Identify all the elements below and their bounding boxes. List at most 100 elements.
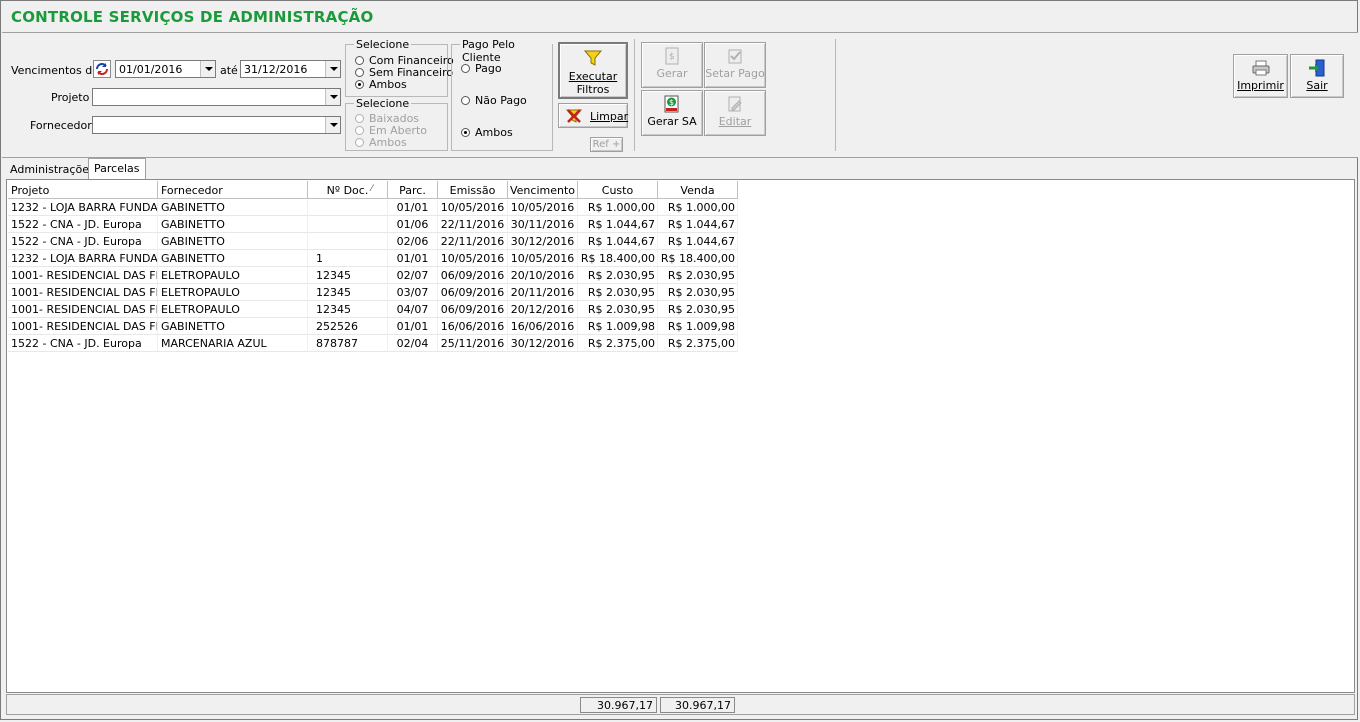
col-venda-cell: R$ 1.044,67 (658, 233, 738, 250)
col-vencimento-cell: 30/12/2016 (508, 335, 578, 352)
date-to-value: 31/12/2016 (244, 63, 308, 76)
col-venda-header[interactable]: Venda (658, 181, 738, 199)
sair-label: Sair (1306, 79, 1328, 92)
chevron-down-icon[interactable] (200, 61, 215, 77)
table-row[interactable]: 1522 - CNA - JD. Europa GABINETTO 01/06 22/… (8, 216, 743, 233)
col-projeto-cell: 1001- RESIDENCIAL DAS FLC (8, 301, 158, 318)
sair-button[interactable]: Sair (1290, 54, 1344, 98)
col-projeto-cell: 1522 - CNA - JD. Europa (8, 216, 158, 233)
col-fornecedor-cell: MARCENARIA AZUL (158, 335, 308, 352)
col-venda-cell: R$ 2.030,95 (658, 284, 738, 301)
svg-text:$: $ (669, 98, 674, 107)
radio-dot (461, 64, 470, 73)
limpar-label: Limpar (590, 110, 629, 123)
col-projeto-cell: 1232 - LOJA BARRA FUNDA (8, 199, 158, 216)
radio-label: Ambos (369, 136, 407, 149)
radio-pago[interactable]: Pago (461, 62, 502, 75)
table-row[interactable]: 1001- RESIDENCIAL DAS FLC ELETROPAULO 1234… (8, 267, 743, 284)
table-row[interactable]: 1232 - LOJA BARRA FUNDA GABINETTO 01/01 10/… (8, 199, 743, 216)
col-ndoc-cell (308, 216, 388, 233)
col-ndoc-cell: 12345 (308, 301, 388, 318)
col-vencimento-cell: 16/06/2016 (508, 318, 578, 335)
chevron-down-icon[interactable] (325, 89, 340, 105)
ref-plus-button: Ref + (590, 137, 623, 152)
col-venda-cell: R$ 2.030,95 (658, 301, 738, 318)
financeiro-legend: Selecione (354, 38, 412, 51)
editar-button: Editar (704, 90, 766, 136)
col-parc-cell: 03/07 (388, 284, 438, 301)
col-venda-cell: R$ 2.375,00 (658, 335, 738, 352)
radio-dot (355, 114, 364, 123)
col-parc-cell: 01/01 (388, 199, 438, 216)
col-emissao-cell: 06/09/2016 (438, 301, 508, 318)
fornecedor-select[interactable] (92, 116, 341, 134)
col-parc-header[interactable]: Parc. (388, 181, 438, 199)
toolbar-divider (835, 39, 836, 151)
col-emissao-header[interactable]: Emissão (438, 181, 508, 199)
table-row[interactable]: 1001- RESIDENCIAL DAS FLC GABINETTO 252526… (8, 318, 743, 335)
table-row[interactable]: 1522 - CNA - JD. Europa GABINETTO 02/06 22/… (8, 233, 743, 250)
col-custo-header[interactable]: Custo (578, 181, 658, 199)
document-money-icon: $ (665, 47, 679, 65)
col-emissao-cell: 06/09/2016 (438, 284, 508, 301)
radio-dot (355, 126, 364, 135)
col-custo-cell: R$ 1.044,67 (578, 233, 658, 250)
ref-plus-label: Ref + (592, 139, 621, 150)
col-vencimento-cell: 10/05/2016 (508, 199, 578, 216)
col-vencimento-cell: 30/12/2016 (508, 233, 578, 250)
col-custo-cell: R$ 2.375,00 (578, 335, 658, 352)
date-to-picker[interactable]: 31/12/2016 (240, 60, 341, 78)
radio-dot (355, 138, 364, 147)
col-emissao-cell: 25/11/2016 (438, 335, 508, 352)
col-vencimento-cell: 20/12/2016 (508, 301, 578, 318)
tab-administracoes[interactable]: Administrações (5, 160, 100, 178)
col-parc-cell: 04/07 (388, 301, 438, 318)
filter-toolbar: Vencimentos de 01/01/2016 até 31/12/2016… (2, 33, 1358, 158)
col-vencimento-header[interactable]: Vencimento (508, 181, 578, 199)
tab-parcelas[interactable]: Parcelas (88, 158, 146, 179)
table-row[interactable]: 1232 - LOJA BARRA FUNDA GABINETTO 1 01/01 10… (8, 250, 743, 267)
chevron-down-icon[interactable] (325, 61, 340, 77)
pago-legend: Pago Pelo Cliente (460, 38, 552, 64)
col-projeto-cell: 1001- RESIDENCIAL DAS FLC (8, 267, 158, 284)
setar-pago-label: Setar Pago (705, 67, 765, 80)
table-row[interactable]: 1001- RESIDENCIAL DAS FLC ELETROPAULO 1234… (8, 284, 743, 301)
clear-filter-icon (565, 109, 583, 123)
radio-ambos-pago[interactable]: Ambos (461, 126, 513, 139)
col-emissao-cell: 10/05/2016 (438, 250, 508, 267)
col-parc-cell: 01/01 (388, 318, 438, 335)
col-parc-cell: 02/06 (388, 233, 438, 250)
table-row[interactable]: 1001- RESIDENCIAL DAS FLC ELETROPAULO 1234… (8, 301, 743, 318)
radio-dot (355, 68, 364, 77)
limpar-button[interactable]: Limpar (558, 103, 628, 128)
filtros-label: Filtros (576, 83, 610, 96)
date-from-value: 01/01/2016 (119, 63, 183, 76)
col-fornecedor-header[interactable]: Fornecedor (158, 181, 308, 199)
col-ndoc-header[interactable]: Nº Doc. (308, 181, 388, 199)
date-from-picker[interactable]: 01/01/2016 (115, 60, 216, 78)
executar-filtros-button[interactable]: Executar Filtros (558, 42, 628, 99)
projeto-select[interactable] (92, 88, 341, 106)
refresh-icon[interactable] (93, 60, 111, 78)
col-projeto-cell: 1232 - LOJA BARRA FUNDA (8, 250, 158, 267)
chevron-down-icon[interactable] (325, 117, 340, 133)
imprimir-button[interactable]: Imprimir (1233, 54, 1288, 98)
col-venda-cell: R$ 1.044,67 (658, 216, 738, 233)
col-custo-cell: R$ 18.400,00 (578, 250, 658, 267)
parcelas-table[interactable]: Projeto Fornecedor Nº Doc. ⁄ Parc. Emissão Ven… (6, 179, 1355, 693)
table-row[interactable]: 1522 - CNA - JD. Europa MARCENARIA AZUL 87… (8, 335, 743, 352)
radio-ambos-financeiro[interactable]: Ambos (355, 78, 407, 91)
col-custo-cell: R$ 1.044,67 (578, 216, 658, 233)
financeiro-group: Selecione Com Financeiro Sem Financeiro … (345, 38, 454, 97)
toolbar-divider (634, 39, 635, 151)
filter-icon (583, 50, 603, 66)
col-fornecedor-cell: ELETROPAULO (158, 284, 308, 301)
col-custo-cell: R$ 2.030,95 (578, 267, 658, 284)
radio-nao-pago[interactable]: Não Pago (461, 94, 527, 107)
gerar-sa-button[interactable]: $ Gerar SA (641, 90, 703, 136)
col-vencimento-cell: 30/11/2016 (508, 216, 578, 233)
col-custo-cell: R$ 2.030,95 (578, 284, 658, 301)
col-parc-cell: 01/06 (388, 216, 438, 233)
check-money-icon (728, 49, 742, 64)
col-projeto-header[interactable]: Projeto (8, 181, 158, 199)
